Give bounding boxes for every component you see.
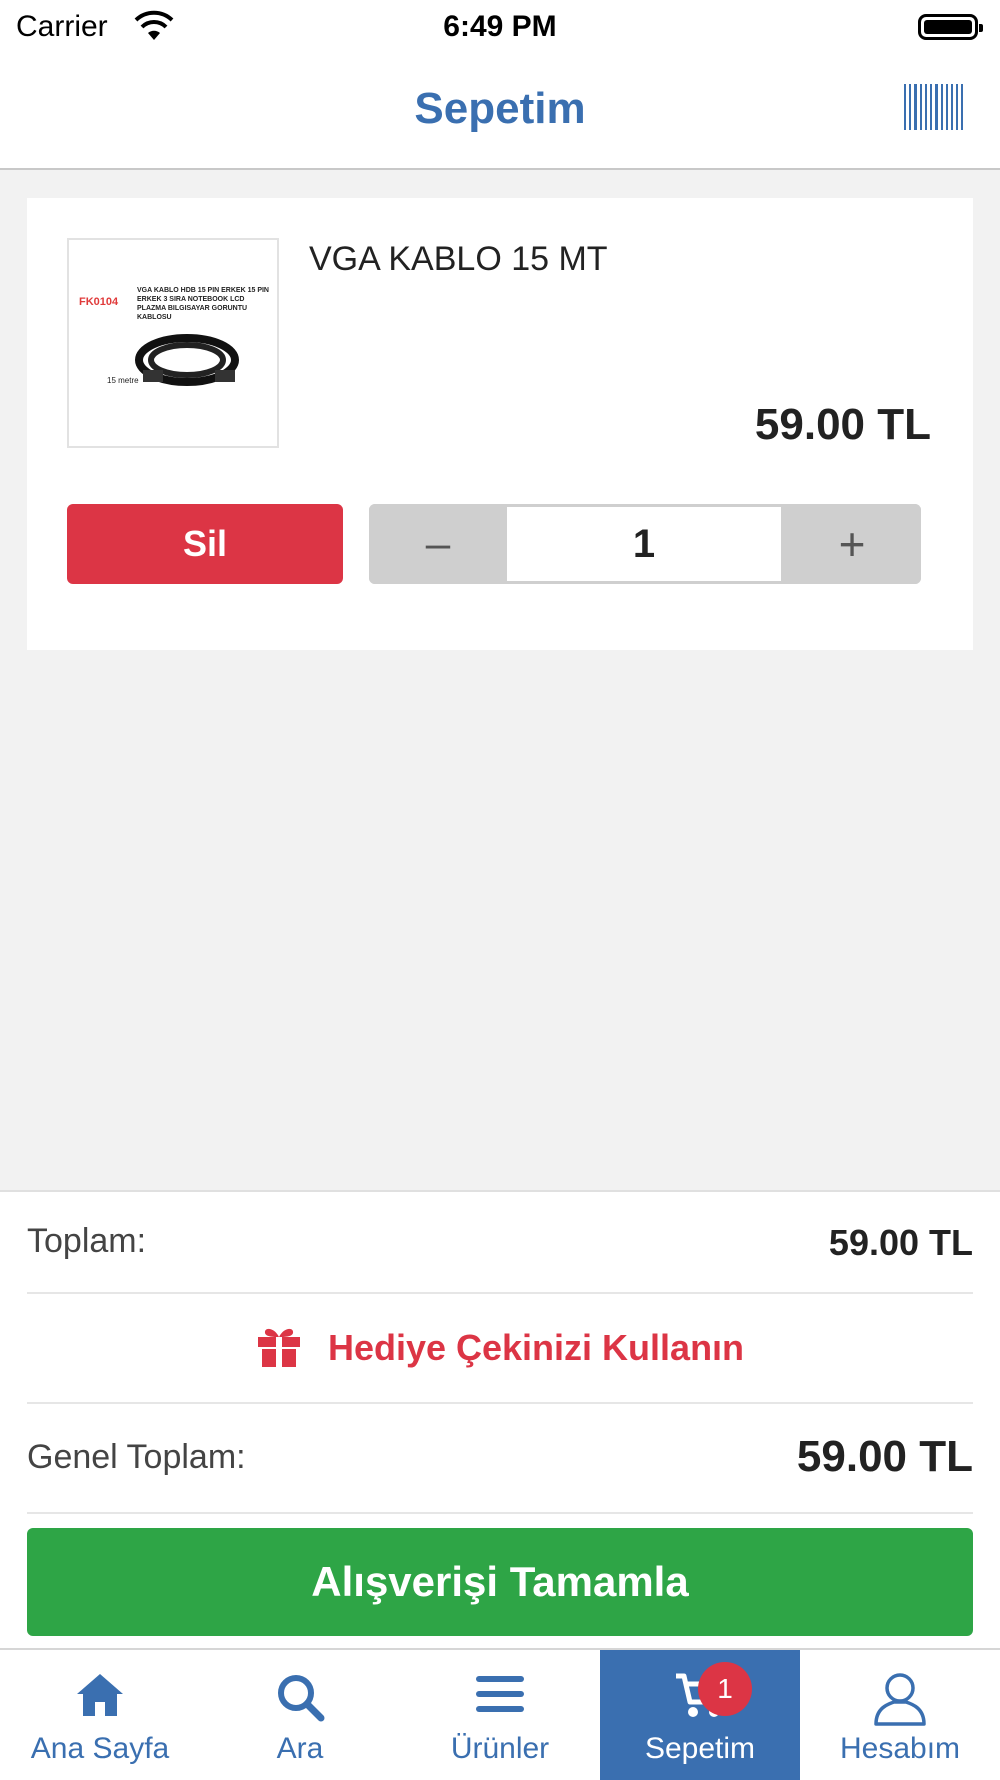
tab-search[interactable]: Ara	[200, 1650, 400, 1780]
product-name[interactable]: VGA KABLO 15 MT	[309, 240, 608, 279]
cart-count-badge: 1	[698, 1662, 752, 1716]
tab-account-label: Hesabım	[839, 1732, 961, 1765]
battery-icon	[918, 14, 983, 40]
increase-quantity-button[interactable]: +	[783, 504, 921, 584]
tab-products[interactable]: Ürünler	[400, 1650, 600, 1780]
page-title: Sepetim	[414, 84, 586, 133]
product-price: 59.00 TL	[754, 400, 931, 449]
home-icon	[0, 1672, 200, 1726]
tab-account[interactable]: Hesabım	[800, 1650, 1000, 1780]
navigation-bar: Sepetim	[0, 56, 1000, 170]
clock: 6:49 PM	[443, 10, 557, 43]
tab-home-label: Ana Sayfa	[30, 1732, 170, 1765]
search-icon	[200, 1672, 400, 1726]
product-image-description: VGA KABLO HDB 15 PIN ERKEK 15 PIN ERKEK …	[137, 287, 269, 321]
decrease-quantity-button[interactable]: –	[369, 504, 507, 584]
grand-total-value: 59.00 TL	[796, 1432, 973, 1481]
cable-image	[135, 334, 239, 386]
subtotal-label: Toplam:	[27, 1222, 147, 1260]
tab-cart-label: Sepetim	[644, 1732, 756, 1765]
cart-item: FK0104 VGA KABLO HDB 15 PIN ERKEK 15 PIN…	[27, 198, 973, 650]
grand-total-label: Genel Toplam:	[27, 1438, 246, 1476]
user-icon	[800, 1672, 1000, 1726]
tab-products-label: Ürünler	[450, 1732, 550, 1765]
order-summary: Toplam: 59.00 TL Hediye Çekinizi Kullanı…	[0, 1190, 1000, 1650]
barcode-scan-icon[interactable]	[904, 84, 966, 130]
delete-button[interactable]: Sil	[67, 504, 343, 584]
grand-total-row: Genel Toplam: 59.00 TL	[27, 1404, 973, 1514]
tab-cart[interactable]: Sepetim	[600, 1650, 800, 1780]
quantity-stepper: – 1 +	[369, 504, 921, 584]
tab-home[interactable]: Ana Sayfa	[0, 1650, 200, 1780]
product-image-code: FK0104	[79, 296, 119, 308]
subtotal-value: 59.00 TL	[828, 1222, 973, 1263]
gift-voucher-label: Hediye Çekinizi Kullanın	[327, 1327, 745, 1368]
tab-bar: Ana Sayfa Ara Ürünler Sepetim 1 Hesabım	[0, 1648, 1000, 1780]
product-image[interactable]: FK0104 VGA KABLO HDB 15 PIN ERKEK 15 PIN…	[67, 238, 279, 448]
product-image-meters: 15 metre	[107, 376, 139, 385]
tab-search-label: Ara	[276, 1732, 324, 1765]
quantity-field[interactable]: 1	[507, 507, 781, 581]
menu-icon	[400, 1672, 600, 1726]
subtotal-row: Toplam: 59.00 TL	[27, 1192, 973, 1294]
status-bar: Carrier 6:49 PM	[0, 0, 1000, 56]
checkout-button[interactable]: Alışverişi Tamamla	[27, 1528, 973, 1636]
gift-voucher-button[interactable]: Hediye Çekinizi Kullanın	[27, 1294, 973, 1404]
gift-icon	[256, 1325, 302, 1372]
